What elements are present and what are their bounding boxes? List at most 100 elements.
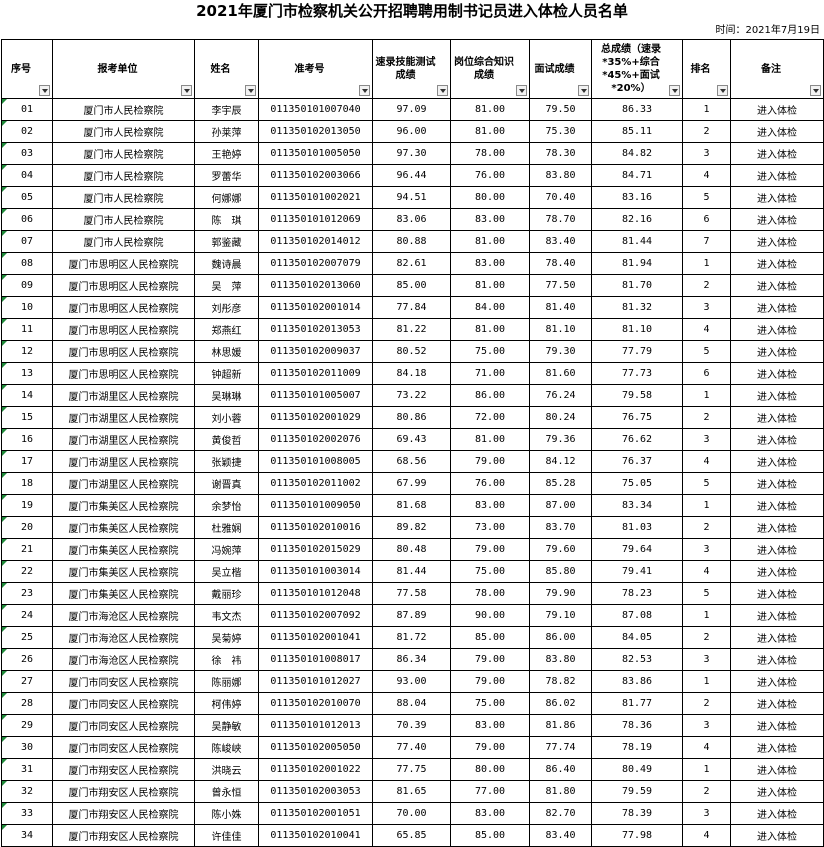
unit-cell[interactable]: 厦门市湖里区人民检察院	[52, 384, 195, 407]
remark-cell[interactable]: 进入体检	[730, 516, 824, 539]
rank-cell[interactable]: 1	[682, 604, 731, 627]
exam-no-cell[interactable]: 011350102007079	[258, 252, 373, 275]
remark-cell[interactable]: 进入体检	[730, 538, 824, 561]
total-score-cell[interactable]: 77.98	[591, 824, 683, 847]
remark-cell[interactable]: 进入体检	[730, 758, 824, 781]
rank-cell[interactable]: 6	[682, 208, 731, 231]
seq-cell[interactable]: 20	[1, 516, 53, 539]
rank-cell[interactable]: 5	[682, 340, 731, 363]
name-cell[interactable]: 刘彤彦	[194, 296, 259, 319]
seq-cell[interactable]: 25	[1, 626, 53, 649]
seq-cell[interactable]: 18	[1, 472, 53, 495]
knowledge-score-cell[interactable]: 75.00	[450, 340, 530, 363]
exam-no-cell[interactable]: 011350102001041	[258, 626, 373, 649]
knowledge-score-cell[interactable]: 75.00	[450, 560, 530, 583]
knowledge-score-cell[interactable]: 83.00	[450, 802, 530, 825]
seq-cell[interactable]: 30	[1, 736, 53, 759]
name-cell[interactable]: 吴琳琳	[194, 384, 259, 407]
total-score-cell[interactable]: 79.64	[591, 538, 683, 561]
remark-cell[interactable]: 进入体检	[730, 362, 824, 385]
unit-cell[interactable]: 厦门市同安区人民检察院	[52, 714, 195, 737]
total-score-cell[interactable]: 78.19	[591, 736, 683, 759]
total-score-cell[interactable]: 78.39	[591, 802, 683, 825]
exam-no-cell[interactable]: 011350102001029	[258, 406, 373, 429]
seq-cell[interactable]: 16	[1, 428, 53, 451]
name-cell[interactable]: 陈 琪	[194, 208, 259, 231]
typing-score-cell[interactable]: 77.40	[372, 736, 451, 759]
filter-dropdown-icon[interactable]	[810, 85, 821, 96]
seq-cell[interactable]: 17	[1, 450, 53, 473]
seq-cell[interactable]: 01	[1, 98, 53, 121]
unit-cell[interactable]: 厦门市同安区人民检察院	[52, 736, 195, 759]
unit-cell[interactable]: 厦门市同安区人民检察院	[52, 670, 195, 693]
name-cell[interactable]: 吴立楷	[194, 560, 259, 583]
filter-dropdown-icon[interactable]	[717, 85, 728, 96]
seq-cell[interactable]: 19	[1, 494, 53, 517]
seq-cell[interactable]: 32	[1, 780, 53, 803]
exam-no-cell[interactable]: 011350101002021	[258, 186, 373, 209]
remark-cell[interactable]: 进入体检	[730, 340, 824, 363]
exam-no-cell[interactable]: 011350102007092	[258, 604, 373, 627]
typing-score-cell[interactable]: 81.72	[372, 626, 451, 649]
unit-cell[interactable]: 厦门市思明区人民检察院	[52, 318, 195, 341]
knowledge-score-cell[interactable]: 90.00	[450, 604, 530, 627]
name-cell[interactable]: 冯婉萍	[194, 538, 259, 561]
seq-cell[interactable]: 08	[1, 252, 53, 275]
seq-cell[interactable]: 31	[1, 758, 53, 781]
typing-score-cell[interactable]: 89.82	[372, 516, 451, 539]
filter-dropdown-icon[interactable]	[39, 85, 50, 96]
knowledge-score-cell[interactable]: 78.00	[450, 142, 530, 165]
rank-cell[interactable]: 4	[682, 164, 731, 187]
exam-no-cell[interactable]: 011350101012027	[258, 670, 373, 693]
knowledge-score-cell[interactable]: 76.00	[450, 472, 530, 495]
interview-score-cell[interactable]: 84.12	[529, 450, 592, 473]
name-cell[interactable]: 吴静敏	[194, 714, 259, 737]
interview-score-cell[interactable]: 81.10	[529, 318, 592, 341]
unit-cell[interactable]: 厦门市人民检察院	[52, 164, 195, 187]
remark-cell[interactable]: 进入体检	[730, 736, 824, 759]
exam-no-cell[interactable]: 011350101012048	[258, 582, 373, 605]
exam-no-cell[interactable]: 011350101012013	[258, 714, 373, 737]
typing-score-cell[interactable]: 93.00	[372, 670, 451, 693]
interview-score-cell[interactable]: 70.40	[529, 186, 592, 209]
exam-no-cell[interactable]: 011350102009037	[258, 340, 373, 363]
total-score-cell[interactable]: 76.75	[591, 406, 683, 429]
seq-cell[interactable]: 34	[1, 824, 53, 847]
knowledge-score-cell[interactable]: 79.00	[450, 670, 530, 693]
unit-cell[interactable]: 厦门市湖里区人民检察院	[52, 428, 195, 451]
knowledge-score-cell[interactable]: 81.00	[450, 274, 530, 297]
name-cell[interactable]: 余梦怡	[194, 494, 259, 517]
knowledge-score-cell[interactable]: 79.00	[450, 450, 530, 473]
typing-score-cell[interactable]: 70.00	[372, 802, 451, 825]
filter-dropdown-icon[interactable]	[669, 85, 680, 96]
total-score-cell[interactable]: 79.59	[591, 780, 683, 803]
interview-score-cell[interactable]: 77.74	[529, 736, 592, 759]
exam-no-cell[interactable]: 011350102013050	[258, 120, 373, 143]
unit-cell[interactable]: 厦门市思明区人民检察院	[52, 252, 195, 275]
rank-cell[interactable]: 1	[682, 494, 731, 517]
exam-no-cell[interactable]: 011350102013060	[258, 274, 373, 297]
knowledge-score-cell[interactable]: 86.00	[450, 384, 530, 407]
rank-cell[interactable]: 5	[682, 186, 731, 209]
interview-score-cell[interactable]: 85.80	[529, 560, 592, 583]
knowledge-score-cell[interactable]: 77.00	[450, 780, 530, 803]
rank-cell[interactable]: 3	[682, 714, 731, 737]
total-score-cell[interactable]: 77.79	[591, 340, 683, 363]
name-cell[interactable]: 郭鉴藏	[194, 230, 259, 253]
knowledge-score-cell[interactable]: 83.00	[450, 208, 530, 231]
filter-dropdown-icon[interactable]	[181, 85, 192, 96]
unit-cell[interactable]: 厦门市思明区人民检察院	[52, 362, 195, 385]
remark-cell[interactable]: 进入体检	[730, 274, 824, 297]
seq-cell[interactable]: 12	[1, 340, 53, 363]
remark-cell[interactable]: 进入体检	[730, 296, 824, 319]
typing-score-cell[interactable]: 81.44	[372, 560, 451, 583]
typing-score-cell[interactable]: 80.86	[372, 406, 451, 429]
name-cell[interactable]: 杜雅娴	[194, 516, 259, 539]
rank-cell[interactable]: 2	[682, 120, 731, 143]
unit-cell[interactable]: 厦门市集美区人民检察院	[52, 494, 195, 517]
unit-cell[interactable]: 厦门市翔安区人民检察院	[52, 824, 195, 847]
remark-cell[interactable]: 进入体检	[730, 604, 824, 627]
name-cell[interactable]: 韦文杰	[194, 604, 259, 627]
exam-no-cell[interactable]: 011350102002076	[258, 428, 373, 451]
rank-cell[interactable]: 1	[682, 98, 731, 121]
